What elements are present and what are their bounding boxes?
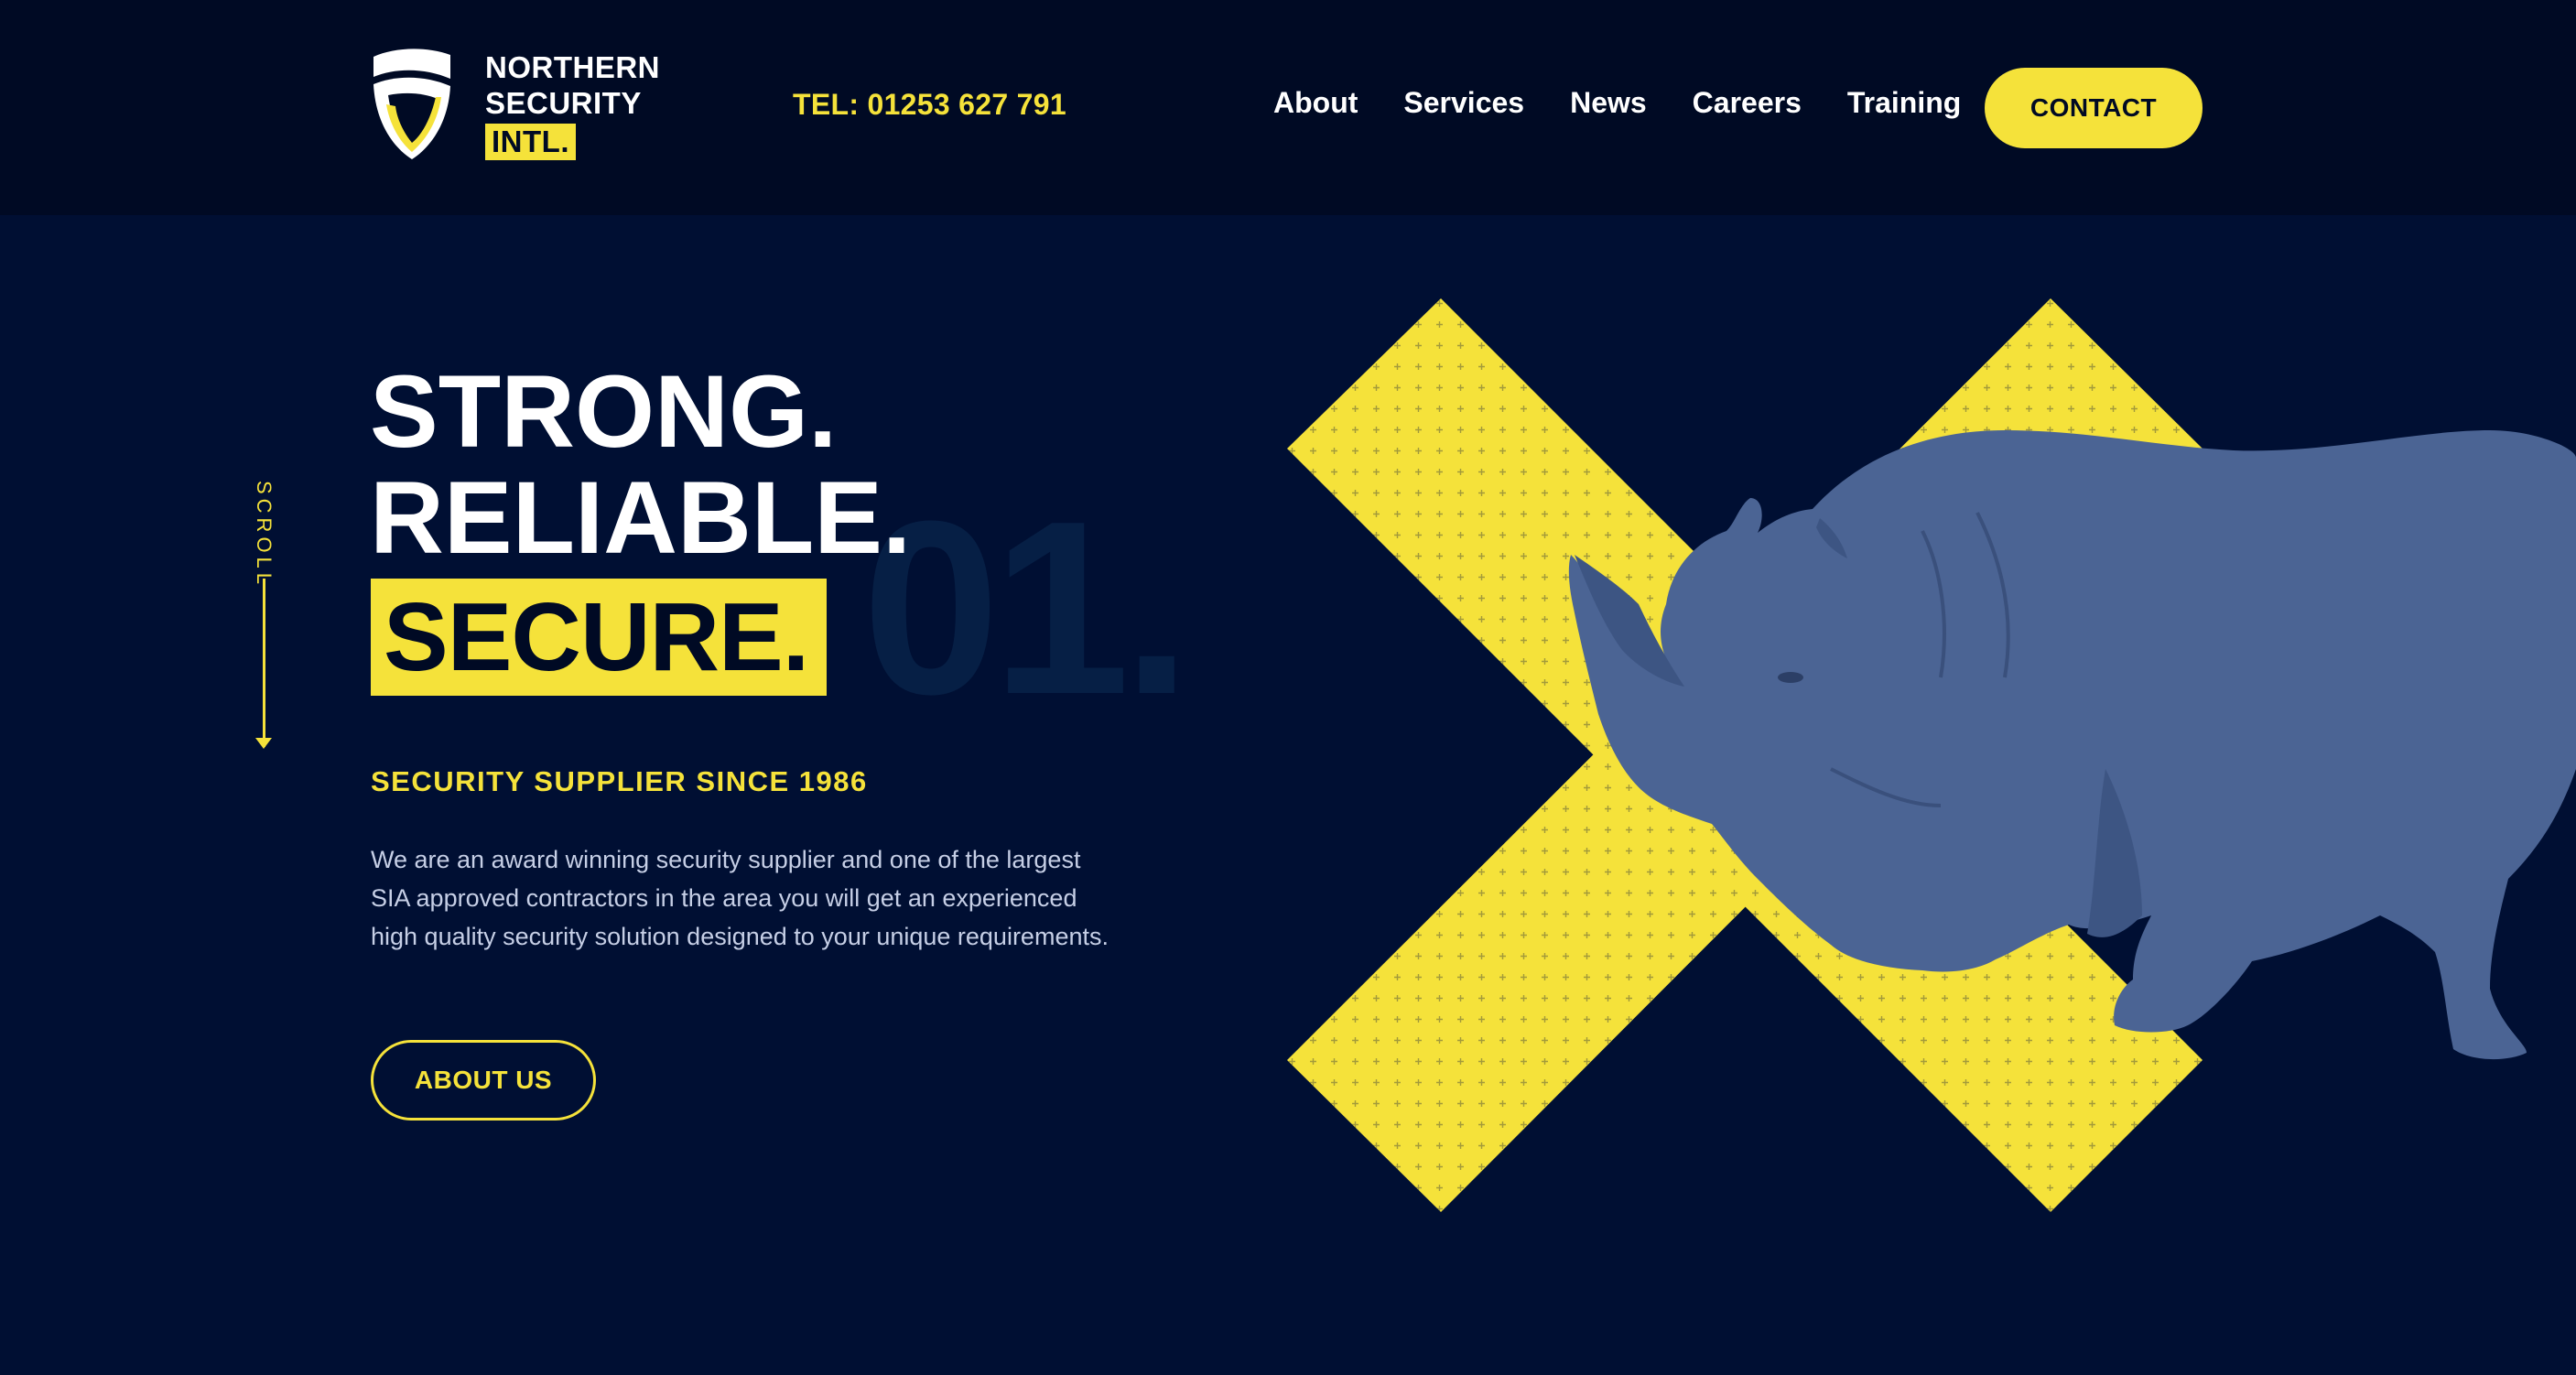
nav-item-news[interactable]: News (1570, 86, 1647, 120)
hero-illustration (1287, 298, 2576, 1212)
scroll-line (263, 579, 265, 747)
headline-reliable: RELIABLE. (370, 460, 912, 575)
nav-item-about[interactable]: About (1273, 86, 1358, 120)
logo-badge: INTL. (485, 124, 576, 160)
headline-secure: SECURE. (371, 579, 827, 696)
logo-line-2: SECURITY (485, 86, 642, 120)
hero-headline: STRONG. RELIABLE. (370, 359, 911, 571)
headline-strong: STRONG. (370, 354, 838, 469)
scroll-indicator[interactable]: SCROLL (249, 476, 280, 760)
hero-description: We are an award winning security supplie… (371, 846, 1109, 950)
logo-line-1: NORTHERN (485, 50, 660, 84)
contact-button[interactable]: CONTACT (1985, 68, 2203, 148)
scroll-label: SCROLL (253, 481, 276, 590)
telephone-link[interactable]: TEL: 01253 627 791 (793, 88, 1066, 122)
shield-logo-icon (373, 49, 450, 159)
nav-item-careers[interactable]: Careers (1693, 86, 1802, 120)
arrow-down-icon (255, 738, 272, 749)
hero-graphic (1282, 293, 2576, 1227)
main-nav: About Services News Careers Training (1273, 86, 1961, 120)
about-us-button[interactable]: ABOUT US (371, 1040, 596, 1121)
nav-item-training[interactable]: Training (1847, 86, 1961, 120)
site-header: NORTHERN SECURITY INTL. TEL: 01253 627 7… (0, 0, 2576, 215)
logo[interactable]: NORTHERN SECURITY INTL. (370, 48, 681, 167)
nav-item-services[interactable]: Services (1403, 86, 1524, 120)
hero-subtitle: SECURITY SUPPLIER SINCE 1986 (371, 765, 868, 797)
logo-text: NORTHERN SECURITY INTL. (485, 49, 660, 160)
